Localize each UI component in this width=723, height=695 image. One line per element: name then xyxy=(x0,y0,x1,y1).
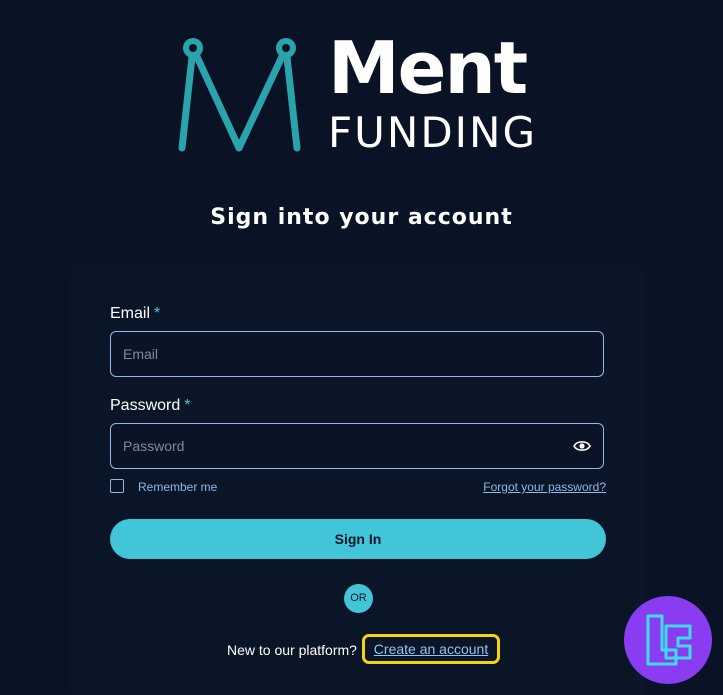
remember-me-label[interactable]: Remember me xyxy=(138,480,217,494)
tc-logo-icon xyxy=(646,614,692,666)
tc-logo-badge xyxy=(624,596,712,684)
password-label: Password * xyxy=(110,397,190,415)
ment-funding-logo: Ment FUNDING xyxy=(176,28,546,159)
or-divider: OR xyxy=(344,584,373,613)
password-label-text: Password xyxy=(110,397,181,414)
create-account-link[interactable]: Create an account xyxy=(362,634,500,664)
sign-in-page: Ment FUNDING Sign into your account Emai… xyxy=(0,0,723,695)
email-label: Email * xyxy=(110,305,160,323)
email-label-text: Email xyxy=(110,305,151,322)
sign-in-button[interactable]: Sign In xyxy=(110,519,606,559)
page-title: Sign into your account xyxy=(210,205,513,230)
ment-m-logo-icon xyxy=(178,38,301,152)
brand-name: Ment xyxy=(328,26,528,110)
eye-icon[interactable] xyxy=(573,439,591,453)
email-input[interactable] xyxy=(110,331,604,377)
required-marker: * xyxy=(184,397,191,414)
password-input[interactable] xyxy=(110,423,604,469)
signup-prompt: New to our platform? xyxy=(227,642,357,658)
brand-tagline: FUNDING xyxy=(328,108,538,157)
required-marker: * xyxy=(154,305,161,322)
remember-me-checkbox[interactable] xyxy=(110,479,124,493)
forgot-password-link[interactable]: Forgot your password? xyxy=(483,480,606,494)
